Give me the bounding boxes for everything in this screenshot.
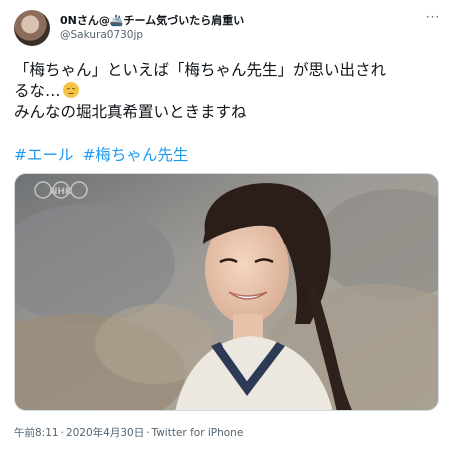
tweet-date[interactable]: 2020年4月30日 xyxy=(66,427,144,439)
photo-illustration: NHK xyxy=(15,174,438,410)
avatar[interactable] xyxy=(14,10,50,46)
relieved-face-icon xyxy=(62,82,79,98)
display-name[interactable]: 0Nさん@🚢チーム気づいたら肩重い xyxy=(60,12,244,28)
tweet-time[interactable]: 午前8:11 xyxy=(14,427,59,439)
tweet-text: 「梅ちゃん」といえば「梅ちゃん先生」が思い出され るな… みんなの堀北真希置いと… xyxy=(14,60,442,123)
hashtags: #エール #梅ちゃん先生 xyxy=(14,145,188,166)
tweet-source[interactable]: Twitter for iPhone xyxy=(152,427,244,439)
meta-separator: · xyxy=(146,427,150,439)
user-handle[interactable]: @Sakura0730jp xyxy=(60,29,143,41)
tweet-text-line: るな… xyxy=(14,81,442,102)
meta-separator: · xyxy=(60,427,64,439)
svg-text:NHK: NHK xyxy=(50,187,73,197)
tweet-photo[interactable]: NHK xyxy=(14,173,439,411)
hashtag-link[interactable]: #エール xyxy=(14,146,74,164)
more-options-icon[interactable]: ··· xyxy=(424,10,442,24)
hashtag-link[interactable]: #梅ちゃん先生 xyxy=(82,146,188,164)
tweet: 0Nさん@🚢チーム気づいたら肩重い @Sakura0730jp ··· 「梅ちゃ… xyxy=(0,0,453,451)
tweet-meta: 午前8:11 · 2020年4月30日 · Twitter for iPhone xyxy=(14,425,243,440)
tweet-text-segment: るな… xyxy=(14,82,61,100)
tweet-text-line: みんなの堀北真希置いときますね xyxy=(14,103,247,121)
tweet-text-line: 「梅ちゃん」といえば「梅ちゃん先生」が思い出され xyxy=(14,61,387,79)
